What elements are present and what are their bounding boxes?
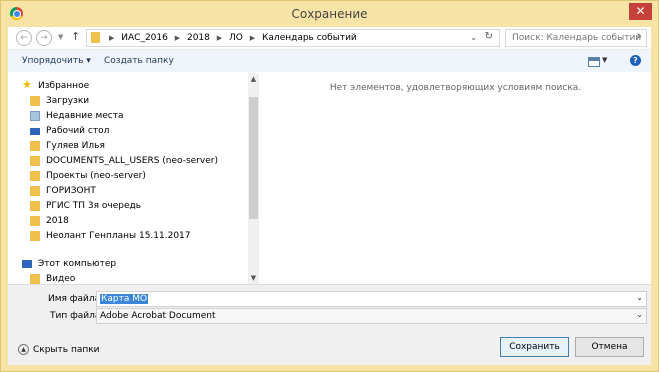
- window-title: Сохранение: [291, 7, 368, 21]
- sidebar-item-label: Загрузки: [46, 96, 90, 106]
- dialog-body: ← → ▼ ↑ ▶ ИАС_2016 ▶ 2018 ▶ ЛО ▶ Календа…: [8, 27, 651, 365]
- up-button[interactable]: ↑: [71, 30, 80, 43]
- chevron-right-icon[interactable]: ▶: [217, 34, 222, 42]
- address-bar[interactable]: ▶ ИАС_2016 ▶ 2018 ▶ ЛО ▶ Календарь событ…: [86, 29, 500, 47]
- sidebar-item-label: Проекты (neo-server): [46, 171, 146, 181]
- save-dialog: Сохранение ✕ ← → ▼ ↑ ▶ ИАС_2016 ▶ 2018 ▶…: [0, 0, 659, 372]
- sidebar-item-label: Видео: [46, 274, 76, 284]
- network-folder-icon: [30, 171, 40, 181]
- sidebar-item-label: Этот компьютер: [38, 259, 117, 269]
- recent-places-icon: [30, 111, 40, 121]
- organize-button[interactable]: Упорядочить ▾: [22, 56, 91, 66]
- chevron-down-icon[interactable]: ⌄: [636, 293, 643, 302]
- scrollbar-thumb[interactable]: [249, 97, 258, 219]
- folder-icon: [30, 231, 40, 241]
- save-form: Имя файла: Карта МО ⌄ Тип файла: Adobe A…: [8, 284, 651, 365]
- breadcrumb-item[interactable]: ЛО: [229, 33, 243, 43]
- navigation-pane: ★ Избранное Загрузки Недавние места Рабо…: [8, 73, 248, 284]
- folder-icon: [30, 186, 40, 196]
- sidebar-item-label: DOCUMENTS_ALL_USERS (neo-server): [46, 156, 218, 166]
- sidebar-item-label: Избранное: [38, 81, 90, 91]
- chevron-down-icon[interactable]: ⌄: [636, 310, 643, 319]
- scroll-up-icon[interactable]: ▲: [249, 74, 258, 84]
- view-icon[interactable]: [588, 57, 600, 67]
- scroll-down-icon[interactable]: ▼: [249, 273, 258, 283]
- view-dropdown-icon[interactable]: ▼: [602, 56, 607, 64]
- sidebar-item-label: Неолант Генпланы 15.11.2017: [46, 231, 191, 241]
- forward-button[interactable]: →: [36, 30, 52, 46]
- folder-icon: [91, 32, 100, 43]
- help-icon[interactable]: ?: [630, 55, 641, 66]
- chevron-right-icon[interactable]: ▶: [175, 34, 180, 42]
- close-button[interactable]: ✕: [629, 3, 652, 20]
- folder-icon: [30, 201, 40, 211]
- downloads-folder-icon: [30, 96, 40, 106]
- new-folder-button[interactable]: Создать папку: [104, 56, 174, 66]
- sidebar-item-label: ГОРИЗОНТ: [46, 186, 96, 196]
- sidebar-item-label: Недавние места: [46, 111, 124, 121]
- sidebar-item-label: РГИС ТП 3я очередь: [46, 201, 142, 211]
- filetype-value: Adobe Acrobat Document: [100, 311, 216, 321]
- video-folder-icon: [30, 274, 40, 284]
- command-bar: Упорядочить ▾ Создать папку ▼ ?: [8, 50, 651, 72]
- computer-icon: [22, 260, 32, 268]
- chevron-right-icon: ▶: [109, 34, 115, 42]
- sidebar-item-label: Рабочий стол: [46, 126, 110, 136]
- save-button[interactable]: Сохранить: [500, 337, 569, 357]
- breadcrumb-item[interactable]: Календарь событий: [262, 33, 357, 43]
- folder-icon: [30, 141, 40, 151]
- chevron-right-icon[interactable]: ▶: [250, 34, 255, 42]
- breadcrumb-item[interactable]: ИАС_2016: [121, 33, 168, 43]
- star-icon: ★: [22, 78, 32, 91]
- breadcrumb: ▶ ИАС_2016 ▶ 2018 ▶ ЛО ▶ Календарь событ…: [105, 30, 357, 46]
- folder-icon: [30, 216, 40, 226]
- back-button[interactable]: ←: [16, 30, 32, 46]
- filetype-select[interactable]: Adobe Acrobat Document ⌄: [96, 308, 647, 324]
- hide-folders-label: Скрыть папки: [33, 345, 100, 355]
- filename-label: Имя файла:: [48, 294, 104, 304]
- address-dropdown-icon[interactable]: ⌄: [470, 33, 477, 42]
- navpane-scrollbar[interactable]: ▲ ▼: [248, 73, 259, 284]
- history-dropdown-icon[interactable]: ▼: [58, 33, 63, 41]
- sidebar-item-label: Гуляев Илья: [46, 141, 105, 151]
- file-list[interactable]: Нет элементов, удовлетворяющих условиям …: [260, 73, 651, 284]
- network-folder-icon: [30, 156, 40, 166]
- title-bar: Сохранение ✕: [1, 1, 658, 27]
- desktop-icon: [30, 128, 40, 135]
- navigation-bar: ← → ▼ ↑ ▶ ИАС_2016 ▶ 2018 ▶ ЛО ▶ Календа…: [8, 27, 651, 50]
- collapse-icon: ▲: [18, 344, 29, 355]
- hide-folders-button[interactable]: ▲ Скрыть папки: [18, 344, 100, 355]
- search-input[interactable]: Поиск: Календарь событий ⌕: [505, 29, 647, 47]
- search-placeholder: Поиск: Календарь событий: [512, 33, 642, 43]
- refresh-icon[interactable]: ↻: [485, 31, 493, 42]
- sidebar-item-label: 2018: [46, 216, 69, 226]
- filename-value: Карта МО: [100, 294, 149, 304]
- search-icon[interactable]: ⌕: [636, 31, 642, 42]
- breadcrumb-item[interactable]: 2018: [187, 33, 210, 43]
- filename-field-text: Карта МО: [100, 293, 149, 305]
- cancel-button[interactable]: Отмена: [575, 337, 644, 357]
- filename-field[interactable]: Карта МО ⌄: [96, 291, 647, 307]
- empty-message: Нет элементов, удовлетворяющих условиям …: [329, 83, 582, 93]
